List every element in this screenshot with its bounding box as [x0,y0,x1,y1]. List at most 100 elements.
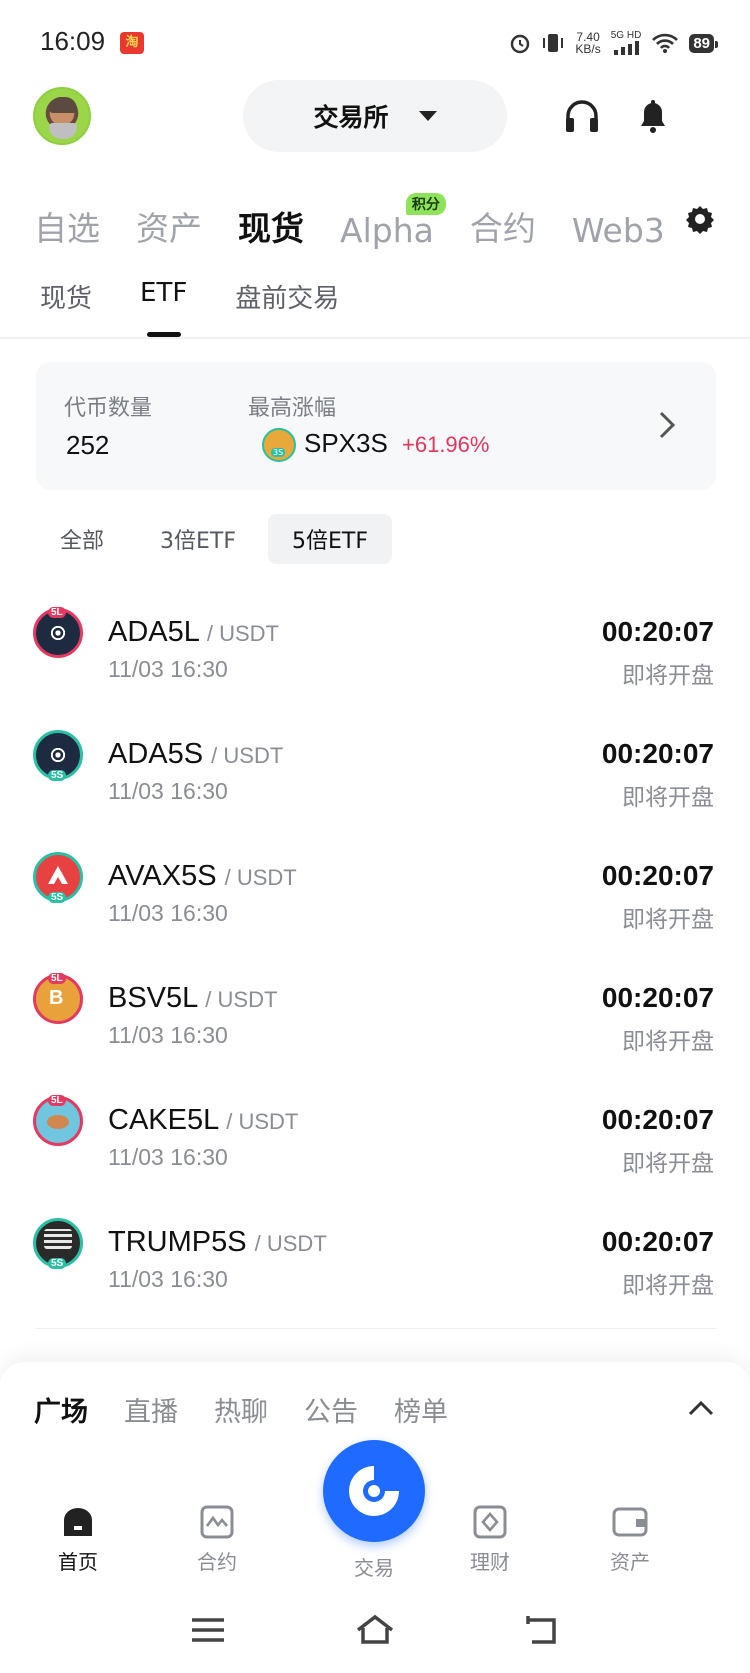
subtab-premarket[interactable]: 盘前交易 [235,278,339,337]
chevron-right-icon [659,411,676,439]
community-tabs: 广场 直播 热聊 公告 榜单 [34,1390,448,1429]
listing-date: 11/03 16:30 [108,1266,228,1292]
list-item[interactable]: 5L ADA5L / USDT 11/03 16:30 00:20:07 即将开… [0,572,750,694]
avax-coin-icon: 5S [33,852,83,903]
exchange-label: 交易所 [313,103,389,132]
caret-down-icon [418,111,437,121]
nav-assets-label: 资产 [610,1550,650,1574]
list-item[interactable]: 5S ADA5S / USDT 11/03 16:30 00:20:07 即将开… [0,694,750,816]
listing-status: 即将开盘 [622,663,714,689]
subtab-etf[interactable]: ETF [140,278,187,337]
list-item[interactable]: 5L B BSV5L / USDT 11/03 16:30 00:20:07 即将… [0,938,750,1060]
ada-coin-icon: 5L [33,607,83,658]
pair-quote: / USDT [224,865,297,890]
signal-icon [614,41,640,55]
tab-futures[interactable]: 合约 [470,202,536,250]
home-button-icon[interactable] [355,1612,395,1648]
listing-status: 即将开盘 [622,1273,714,1299]
listing-date: 11/03 16:30 [108,1022,228,1048]
nav-assets[interactable]: 资产 [580,1504,680,1575]
futures-chart-icon [200,1505,234,1539]
bell-icon[interactable] [633,96,673,136]
countdown: 00:20:07 [601,616,714,647]
tab-watchlist[interactable]: 自选 [34,202,100,250]
vibrate-icon [543,34,564,52]
filter-all[interactable]: 全部 [36,514,128,564]
countdown: 00:20:07 [601,1226,714,1257]
countdown: 00:20:07 [601,738,714,769]
tab-live[interactable]: 直播 [124,1390,178,1429]
bottom-nav: 首页 合约 交易 理财 资产 [0,1440,750,1580]
trade-button[interactable] [323,1440,425,1542]
pair-name: ADA5S / USDT [108,738,283,771]
tab-square[interactable]: 广场 [34,1390,88,1429]
tab-hot-chat[interactable]: 热聊 [214,1390,268,1429]
cake-coin-icon: 5L [33,1095,83,1146]
pair-symbol: ADA5L [108,616,199,648]
main-tabs: 自选 资产 现货 Alpha 积分 合约 Web3 [34,193,701,250]
pair-quote: / USDT [226,1109,299,1134]
listing-date: 11/03 16:30 [108,656,228,682]
leverage-tag: 5S [48,1258,67,1269]
gear-icon[interactable] [684,203,716,235]
list-item[interactable]: 5L CAKE5L / USDT 11/03 16:30 00:20:07 即将… [0,1060,750,1182]
filter-5x-etf[interactable]: 5倍ETF [268,514,393,564]
pair-symbol: BSV5L [108,982,198,1014]
nav-futures[interactable]: 合约 [167,1504,267,1575]
subtab-spot[interactable]: 现货 [40,278,92,337]
etf-summary-card[interactable]: 代币数量 252 最高涨幅 SPX3S +61.96% [36,362,716,490]
points-badge: 积分 [405,193,446,215]
top-gain-symbol: SPX3S [304,428,388,458]
tab-alpha[interactable]: Alpha 积分 [340,193,446,250]
list-item[interactable]: 5S AVAX5S / USDT 11/03 16:30 00:20:07 即将… [0,816,750,938]
tab-alpha-label: Alpha [340,211,434,250]
listing-date: 11/03 16:30 [108,900,228,926]
etf-list: 5L ADA5L / USDT 11/03 16:30 00:20:07 即将开… [0,572,750,1304]
bsv-coin-icon: 5L B [33,973,83,1024]
system-nav-bar [0,1600,750,1660]
tab-web3[interactable]: Web3 [572,211,665,250]
status-time: 16:09 [40,26,106,56]
app-notification-icon: 淘 [120,32,144,54]
token-count-value: 252 [66,430,110,460]
trump-coin-icon: 5S [33,1218,83,1269]
status-icons: 7.40 KB/s 5G HD 89 [509,28,718,58]
nav-home-label: 首页 [58,1550,98,1574]
chevron-up-icon[interactable] [688,1400,714,1416]
pair-symbol: ADA5S [108,738,204,770]
pair-symbol: TRUMP5S [108,1226,247,1258]
tab-rankings[interactable]: 榜单 [394,1390,448,1429]
home-icon [64,1508,92,1536]
avatar[interactable] [33,87,91,145]
tab-assets[interactable]: 资产 [136,202,202,250]
nav-earn[interactable]: 理财 [440,1504,540,1575]
pair-quote: / USDT [205,987,278,1012]
earn-icon [473,1505,507,1539]
ada-coin-icon: 5S [33,730,83,781]
leverage-tag: 5L [48,607,66,618]
exchange-switcher[interactable]: 交易所 [243,80,507,152]
wallet-icon [612,1507,648,1537]
list-item[interactable]: 5S TRUMP5S / USDT 11/03 16:30 00:20:07 即… [0,1182,750,1304]
back-icon[interactable] [522,1612,562,1648]
network-speed: 7.40 KB/s [575,31,600,55]
sub-tabs: 现货 ETF 盘前交易 [40,278,339,337]
filter-3x-etf[interactable]: 3倍ETF [136,514,260,564]
headset-icon[interactable] [562,96,602,136]
pair-symbol: CAKE5L [108,1104,219,1136]
tab-announcements[interactable]: 公告 [304,1390,358,1429]
listing-date: 11/03 16:30 [108,778,228,804]
listing-status: 即将开盘 [622,1151,714,1177]
pair-name: CAKE5L / USDT [108,1104,298,1137]
leverage-tag: 5S [48,892,67,903]
wifi-icon [652,33,679,53]
status-bar: 16:09 淘 7.40 KB/s 5G HD 89 [0,0,750,84]
listing-status: 即将开盘 [622,907,714,933]
countdown: 00:20:07 [601,982,714,1013]
nav-home[interactable]: 首页 [28,1504,128,1575]
trade-logo-icon [349,1466,399,1516]
tab-spot[interactable]: 现货 [238,202,304,250]
leverage-tag: 5L [48,1095,66,1106]
battery-indicator: 89 [689,33,718,53]
menu-icon[interactable] [188,1612,228,1648]
